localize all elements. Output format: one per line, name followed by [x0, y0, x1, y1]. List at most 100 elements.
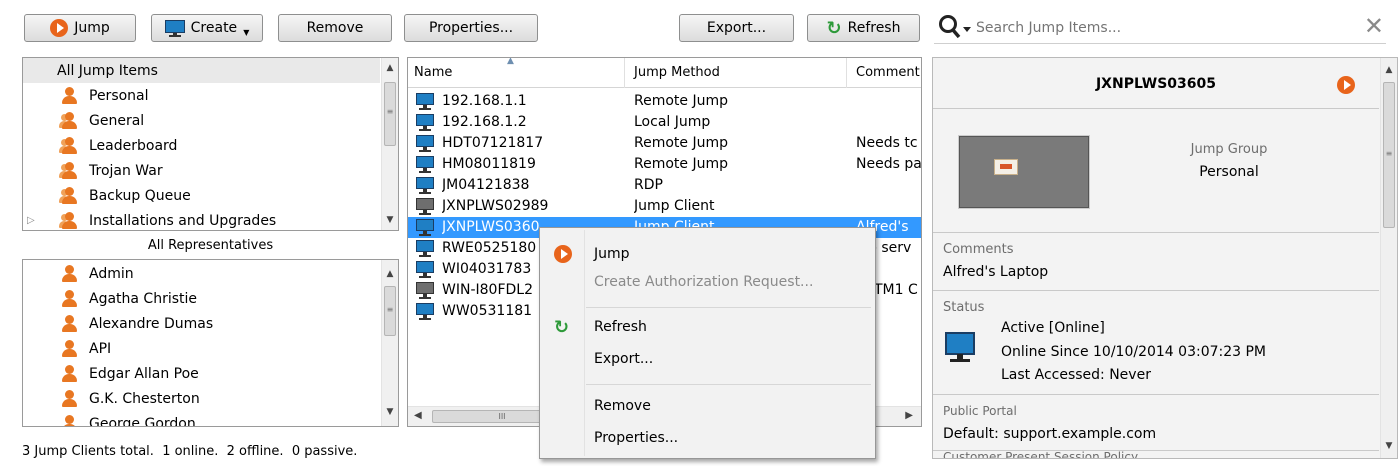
monitor-icon — [416, 135, 434, 152]
context-menu: Jump Create Authorization Request... ↻ R… — [539, 227, 876, 459]
tree-item-general[interactable]: General — [23, 108, 380, 133]
person-icon — [61, 414, 77, 426]
groups-scrollbar[interactable]: ▲ ≡ ▼ — [381, 58, 398, 230]
status-line-1: Active [Online] — [1001, 320, 1105, 336]
table-row[interactable]: JM04121838 RDP — [408, 175, 921, 196]
person-icon — [61, 289, 77, 308]
scroll-down-icon[interactable]: ▼ — [382, 212, 398, 228]
monitor-icon — [416, 240, 434, 257]
export-button-label: Export... — [706, 20, 767, 36]
menu-item-properties[interactable]: Properties... — [540, 423, 875, 453]
jump-icon[interactable] — [1337, 76, 1355, 98]
monitor-icon — [416, 114, 434, 131]
create-button[interactable]: Create ▼ — [151, 14, 263, 42]
column-header-comment[interactable]: Comment — [847, 58, 921, 88]
tree-item-installations-and-upgrades[interactable]: ▷ Installations and Upgrades — [23, 208, 380, 230]
rep-item-admin[interactable]: Admin — [23, 261, 380, 286]
details-title: JXNPLWS03605 — [1095, 76, 1217, 92]
expand-arrow-icon[interactable]: ▷ — [27, 215, 47, 226]
monitor-icon — [164, 19, 185, 37]
status-line-3: Last Accessed: Never — [1001, 367, 1151, 383]
rep-item-edgar-allan-poe[interactable]: Edgar Allan Poe — [23, 361, 380, 386]
search-box[interactable]: ✕ — [934, 12, 1386, 44]
scroll-up-icon[interactable]: ▲ — [382, 60, 398, 76]
public-portal-label: Public Portal — [943, 404, 1017, 418]
jump-button[interactable]: Jump — [24, 14, 136, 42]
monitor-icon — [416, 219, 434, 236]
create-button-label: Create — [190, 20, 238, 36]
table-row[interactable]: 192.168.1.1 Remote Jump — [408, 91, 921, 112]
rep-item-agatha-christie[interactable]: Agatha Christie — [23, 286, 380, 311]
scroll-up-icon[interactable]: ▲ — [382, 266, 398, 282]
tree-item-personal[interactable]: Personal — [23, 83, 380, 108]
status-line-2: Online Since 10/10/2014 03:07:23 PM — [1001, 344, 1267, 360]
person-icon — [61, 364, 77, 383]
jump-group-label: Jump Group — [1190, 142, 1268, 157]
table-row[interactable]: HDT07121817 Remote Jump Needs tc — [408, 133, 921, 154]
rep-item-alexandre-dumas[interactable]: Alexandre Dumas — [23, 311, 380, 336]
remove-button[interactable]: Remove — [278, 14, 392, 42]
divider — [933, 290, 1379, 291]
tree-item-backup-queue[interactable]: Backup Queue — [23, 183, 380, 208]
scroll-right-icon[interactable]: ▶ — [905, 410, 913, 421]
properties-button[interactable]: Properties... — [404, 14, 538, 42]
scroll-down-icon[interactable]: ▼ — [382, 404, 398, 420]
rep-item-george-gordon[interactable]: George Gordon — [23, 411, 380, 426]
column-header-name[interactable]: ▲ Name — [408, 58, 625, 88]
representatives-header: All Representatives — [147, 238, 274, 253]
details-scrollbar[interactable]: ▲ ≡ ▼ — [1380, 58, 1397, 458]
menu-item-remove[interactable]: Remove — [540, 391, 875, 421]
divider — [933, 232, 1379, 233]
table-row[interactable]: JXNPLWS02989 Jump Client — [408, 196, 921, 217]
divider — [933, 108, 1379, 109]
search-icon[interactable] — [938, 14, 976, 44]
monitor-offline-icon — [416, 198, 434, 215]
menu-item-refresh[interactable]: ↻ Refresh — [540, 312, 875, 342]
dropdown-arrow-icon: ▼ — [243, 27, 250, 37]
menu-separator — [586, 307, 871, 308]
refresh-icon: ↻ — [826, 17, 842, 39]
jump-icon — [50, 19, 69, 37]
monitor-online-icon — [945, 332, 975, 368]
reps-scrollbar[interactable]: ▲ ≡ ▼ — [381, 260, 398, 426]
group-icon — [59, 161, 77, 180]
details-panel: JXNPLWS03605 Jump Group Personal Comment… — [932, 57, 1398, 459]
group-icon — [59, 136, 77, 155]
properties-button-label: Properties... — [428, 20, 514, 36]
remove-button-label: Remove — [306, 20, 364, 36]
table-row[interactable]: 192.168.1.2 Local Jump — [408, 112, 921, 133]
search-input[interactable] — [974, 16, 1334, 40]
comments-value: Alfred's Laptop — [943, 264, 1049, 280]
scroll-up-icon[interactable]: ▲ — [1381, 62, 1397, 78]
menu-item-jump[interactable]: Jump — [540, 239, 875, 269]
sort-asc-icon: ▲ — [507, 57, 514, 66]
scroll-down-icon[interactable]: ▼ — [1381, 438, 1397, 454]
tree-item-all-jump-items[interactable]: All Jump Items — [23, 58, 380, 83]
jump-button-label: Jump — [74, 20, 110, 36]
menu-item-create-authorization-request[interactable]: Create Authorization Request... — [540, 267, 875, 297]
monitor-offline-icon — [416, 282, 434, 299]
scroll-thumb[interactable]: ≡ — [384, 286, 396, 336]
person-icon — [61, 339, 77, 358]
menu-item-export[interactable]: Export... — [540, 344, 875, 374]
tree-item-trojan-war[interactable]: Trojan War — [23, 158, 380, 183]
comments-label: Comments — [943, 242, 1014, 257]
tree-item-leaderboard[interactable]: Leaderboard — [23, 133, 380, 158]
refresh-icon: ↻ — [554, 317, 570, 338]
column-header-jump-method[interactable]: Jump Method — [625, 58, 847, 88]
group-icon — [59, 186, 77, 205]
scroll-thumb[interactable]: ≡ — [1383, 82, 1395, 228]
group-icon — [59, 111, 77, 130]
representatives-list[interactable]: Admin Agatha Christie Alexandre Dumas AP… — [22, 259, 399, 427]
public-portal-value: Default: support.example.com — [943, 426, 1157, 442]
rep-item-api[interactable]: API — [23, 336, 380, 361]
refresh-button[interactable]: ↻ Refresh — [807, 14, 920, 42]
table-row[interactable]: HM08011819 Remote Jump Needs pa — [408, 154, 921, 175]
export-button[interactable]: Export... — [679, 14, 794, 42]
scroll-thumb[interactable]: ≡ — [384, 82, 396, 146]
rep-item-gk-chesterton[interactable]: G.K. Chesterton — [23, 386, 380, 411]
jump-groups-tree[interactable]: All Jump Items Personal General Leaderbo… — [22, 57, 399, 231]
person-icon — [61, 264, 77, 283]
clear-search-icon[interactable]: ✕ — [1364, 12, 1384, 40]
scroll-left-icon[interactable]: ◀ — [414, 410, 422, 421]
